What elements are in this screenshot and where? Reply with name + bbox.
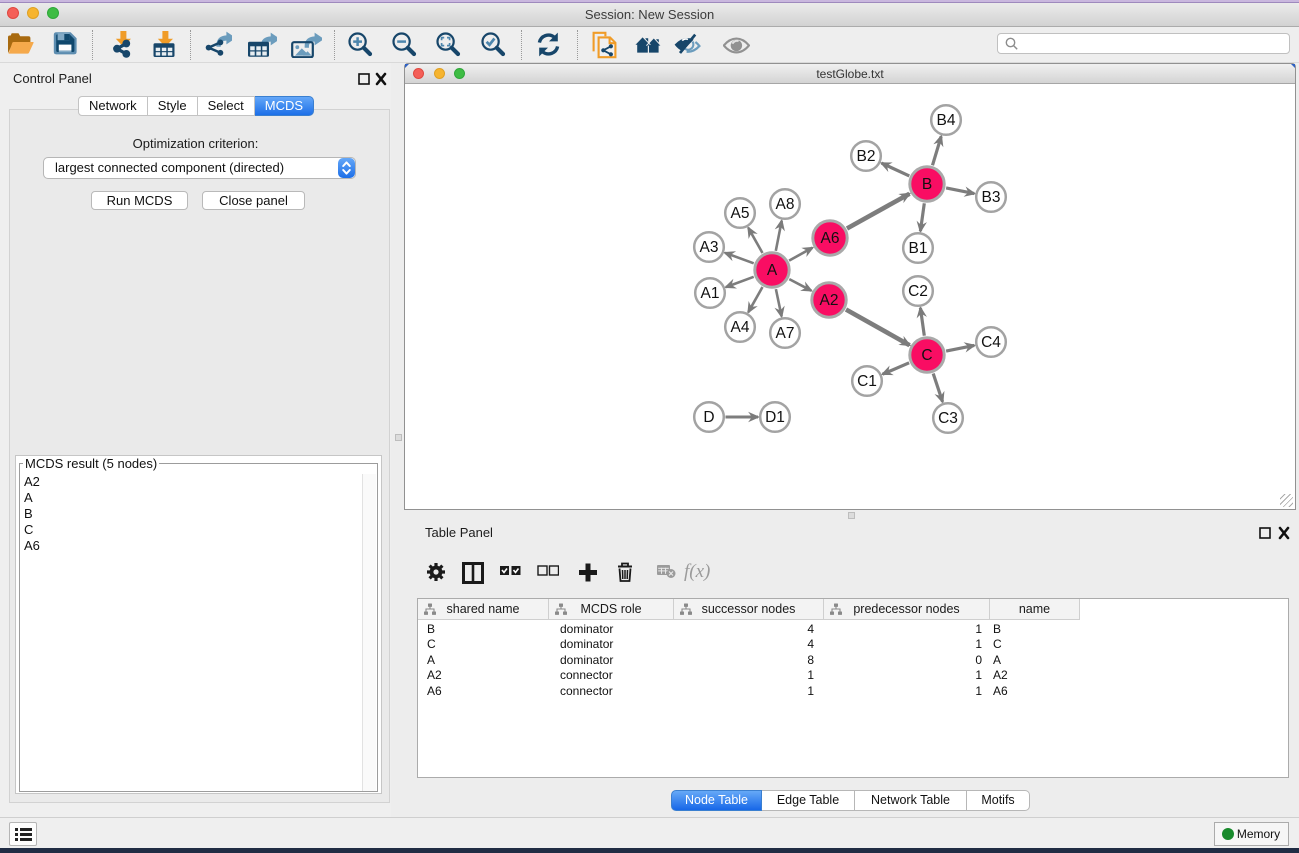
svg-text:C1: C1 (857, 373, 877, 390)
svg-text:C2: C2 (908, 283, 928, 300)
svg-text:A5: A5 (731, 205, 750, 222)
svg-text:B4: B4 (937, 112, 956, 129)
svg-text:A3: A3 (700, 239, 719, 256)
svg-text:A1: A1 (701, 285, 720, 302)
svg-text:A4: A4 (731, 319, 750, 336)
svg-text:B1: B1 (909, 240, 928, 257)
svg-text:A6: A6 (821, 230, 840, 247)
svg-text:C3: C3 (938, 410, 958, 427)
svg-text:C: C (921, 347, 932, 364)
svg-text:D: D (703, 409, 714, 426)
svg-text:A2: A2 (820, 292, 839, 309)
svg-text:A8: A8 (776, 196, 795, 213)
svg-text:B: B (922, 176, 932, 193)
svg-text:D1: D1 (765, 409, 785, 426)
svg-text:B3: B3 (982, 189, 1001, 206)
svg-text:A7: A7 (776, 325, 795, 342)
svg-text:B2: B2 (857, 148, 876, 165)
svg-text:C4: C4 (981, 334, 1001, 351)
svg-text:A: A (767, 262, 778, 279)
